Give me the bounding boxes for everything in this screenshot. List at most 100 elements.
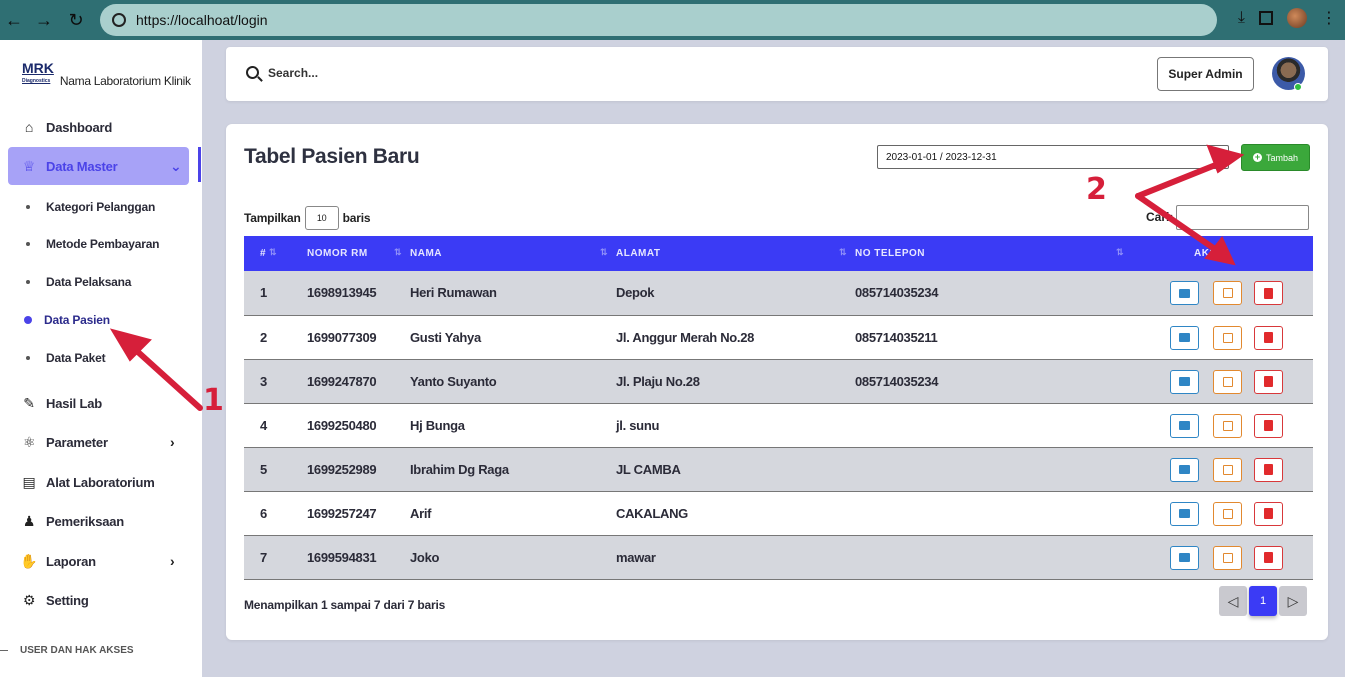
cell-alamat: JL CAMBA <box>616 461 681 477</box>
reload-icon[interactable]: ↻ <box>64 8 88 32</box>
sidebar-sub-data-pasien[interactable]: Data Pasien <box>24 313 110 327</box>
online-status-indicator <box>1294 83 1302 91</box>
cell-alamat: Jl. Anggur Merah No.28 <box>616 329 755 345</box>
trash-icon <box>1264 420 1273 431</box>
edit-button[interactable] <box>1213 281 1242 305</box>
sidebar-item-laporan[interactable]: ✋ Laporan › <box>20 552 174 570</box>
column-header-nomor-rm[interactable]: NOMOR RM ⇅ <box>307 236 410 271</box>
pagination: ◁ 1 ▷ <box>1219 586 1307 616</box>
role-button[interactable]: Super Admin <box>1157 57 1254 91</box>
date-range-input[interactable]: 2023-01-01 / 2023-12-31 <box>877 145 1229 169</box>
cell-number: 1 <box>260 285 267 301</box>
cell-nomor-rm: 1699594831 <box>307 549 377 565</box>
sidebar-item-hasil-lab[interactable]: ✎ Hasil Lab <box>20 394 102 412</box>
home-icon: ⌂ <box>24 119 34 135</box>
id-card-icon <box>1179 333 1190 342</box>
edit-button[interactable] <box>1213 457 1242 482</box>
sidebar-item-dashboard[interactable]: ⌂ Dashboard <box>20 118 112 136</box>
id-card-icon <box>1179 553 1190 562</box>
brand[interactable]: MRK Diagnostics Nama Laboratorium Klinik <box>22 60 191 88</box>
view-button[interactable] <box>1170 457 1199 482</box>
cell-nama: Ibrahim Dg Raga <box>410 461 509 477</box>
cell-number: 4 <box>260 417 267 433</box>
cell-no-telepon: 085714035234 <box>855 285 939 301</box>
sort-icon: ⇅ <box>393 247 402 257</box>
sidebar-item-data-master[interactable]: ♕ Data Master ⌄ <box>20 157 182 175</box>
bullet-icon <box>26 280 30 284</box>
side-panel-icon[interactable] <box>1259 11 1273 25</box>
column-header-number[interactable]: # ⇅ <box>244 236 307 271</box>
cell-no-telepon <box>855 491 1132 535</box>
sidebar-sub-data-pelaksana[interactable]: Data Pelaksana <box>26 275 131 289</box>
column-header-aksi: AKSI <box>1194 248 1220 259</box>
forward-icon[interactable]: → <box>32 8 56 32</box>
address-bar[interactable]: https://localhoat/login <box>100 4 1217 36</box>
next-page-icon[interactable]: ▷ <box>1279 586 1307 616</box>
patient-table-card: Tabel Pasien Baru 2023-01-01 / 2023-12-3… <box>226 124 1328 640</box>
trash-icon <box>1264 508 1273 519</box>
edit-button[interactable] <box>1213 369 1242 394</box>
sidebar-sub-kategori-pelanggan[interactable]: Kategori Pelanggan <box>26 200 155 214</box>
back-icon[interactable]: ← <box>2 8 26 32</box>
cell-nama: Joko <box>410 549 440 565</box>
trash-icon <box>1264 332 1273 343</box>
cell-nama: Heri Rumawan <box>410 285 497 301</box>
sidebar-item-alat-laboratorium[interactable]: ▤ Alat Laboratorium <box>20 473 154 491</box>
view-button[interactable] <box>1170 545 1199 570</box>
table-row: 2 1699077309 Gusti Yahya Jl. Anggur Merah N… <box>244 315 1313 359</box>
edit-button[interactable] <box>1213 325 1242 350</box>
page-button-current[interactable]: 1 <box>1249 586 1277 616</box>
cell-nomor-rm: 1698913945 <box>307 285 377 301</box>
edit-button[interactable] <box>1213 413 1242 438</box>
page-title: Tabel Pasien Baru <box>244 145 420 168</box>
brand-logo: MRK Diagnostics <box>22 60 54 84</box>
delete-button[interactable] <box>1254 501 1283 526</box>
search-icon <box>246 66 259 79</box>
cell-no-telepon: 085714035234 <box>855 373 939 389</box>
edit-button[interactable] <box>1213 501 1242 526</box>
kebab-menu-icon[interactable]: ⋮ <box>1321 8 1337 28</box>
chevron-right-icon: › <box>170 434 175 450</box>
download-icon[interactable]: ⤓ <box>1238 9 1245 27</box>
view-button[interactable] <box>1170 413 1199 438</box>
search-input[interactable] <box>268 59 432 87</box>
chevron-down-icon: ⌄ <box>170 157 182 174</box>
sidebar-sub-data-paket[interactable]: Data Paket <box>26 351 106 365</box>
view-button[interactable] <box>1170 281 1199 305</box>
sidebar-item-pemeriksaan[interactable]: ♟ Pemeriksaan <box>20 512 124 530</box>
page-length-control: Tampilkan 10 baris <box>244 206 371 230</box>
delete-button[interactable] <box>1254 545 1283 570</box>
trash-icon <box>1264 287 1273 299</box>
cell-alamat: mawar <box>616 549 656 565</box>
cell-no-telepon <box>855 447 1132 491</box>
add-button[interactable]: + Tambah <box>1241 144 1310 171</box>
delete-button[interactable] <box>1254 281 1283 305</box>
column-header-no-telepon[interactable]: NO TELEPON ⇅ <box>855 236 1132 271</box>
sidebar-item-parameter[interactable]: ⚛ Parameter › <box>20 433 175 451</box>
table-search-input[interactable] <box>1176 205 1309 230</box>
delete-button[interactable] <box>1254 457 1283 482</box>
trash-icon <box>1264 376 1273 387</box>
cell-number: 6 <box>260 505 267 521</box>
view-button[interactable] <box>1170 369 1199 394</box>
prev-page-icon[interactable]: ◁ <box>1219 586 1247 616</box>
delete-button[interactable] <box>1254 369 1283 394</box>
column-header-alamat[interactable]: ALAMAT ⇅ <box>616 236 855 271</box>
browser-toolbar: ← → ↻ https://localhoat/login ⤓ ⋮ <box>0 0 1345 40</box>
cell-number: 5 <box>260 461 267 477</box>
column-header-nama[interactable]: NAMA ⇅ <box>410 236 616 271</box>
atom-icon: ⚛ <box>22 433 36 450</box>
view-button[interactable] <box>1170 325 1199 350</box>
sidebar-item-setting[interactable]: ⚙ Setting <box>20 591 89 609</box>
delete-button[interactable] <box>1254 413 1283 438</box>
table-row: 5 1699252989 Ibrahim Dg Raga JL CAMBA <box>244 447 1313 491</box>
delete-button[interactable] <box>1254 325 1283 350</box>
id-card-icon <box>1179 509 1190 518</box>
view-button[interactable] <box>1170 501 1199 526</box>
page-length-select[interactable]: 10 <box>304 206 339 230</box>
sidebar-sub-metode-pembayaran[interactable]: Metode Pembayaran <box>26 237 160 251</box>
edit-button[interactable] <box>1213 545 1242 570</box>
profile-icon[interactable] <box>1287 8 1307 28</box>
cell-aksi <box>1132 535 1313 579</box>
site-info-icon[interactable] <box>112 13 126 27</box>
